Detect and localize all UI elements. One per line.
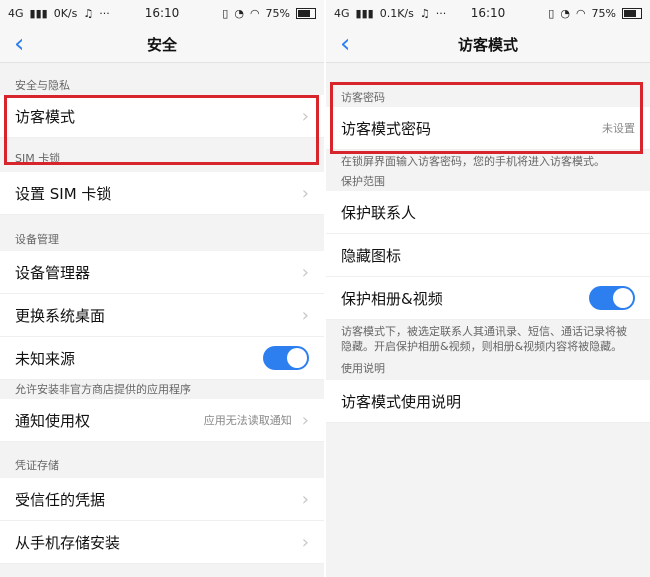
right-screen: 4G ▮▮▮ 0.1K/s ♫ ··· 16:10 ▯ ◔ ◠ 75% ‹ 访客… [326, 0, 650, 577]
title-bar: ‹ 访客模式 [326, 26, 650, 63]
title-bar: ‹ 安全 [0, 26, 324, 63]
row-protect-photos[interactable]: 保护相册&视频 [326, 277, 650, 320]
row-label: 保护相册&视频 [341, 289, 443, 308]
status-bar: 4G ▮▮▮ 0.1K/s ♫ ··· 16:10 ▯ ◔ ◠ 75% [326, 0, 650, 26]
section-header: 使用说明 [341, 362, 385, 375]
unknown-sources-note: 允许安装非官方商店提供的应用程序 [15, 383, 191, 396]
status-time: 16:10 [470, 6, 506, 20]
row-install-from-storage[interactable]: 从手机存储安装 › [0, 521, 324, 564]
chevron-right-icon: › [301, 531, 309, 553]
section-header: 设备管理 [15, 233, 59, 246]
row-unknown-sources[interactable]: 未知来源 [0, 337, 324, 380]
back-chevron-icon[interactable]: ‹ [14, 31, 24, 57]
row-trusted-credentials[interactable]: 受信任的凭据 › [0, 478, 324, 521]
section-header: SIM 卡锁 [15, 152, 61, 165]
row-change-launcher[interactable]: 更换系统桌面 › [0, 294, 324, 337]
chevron-right-icon: › [301, 182, 309, 204]
toggle-knob [287, 348, 307, 368]
row-protect-contacts[interactable]: 保护联系人 [326, 191, 650, 234]
row-label: 保护联系人 [341, 203, 417, 222]
chevron-right-icon: › [301, 488, 309, 510]
password-note: 在锁屏界面输入访客密码，您的手机将进入访客模式。 [341, 155, 605, 168]
row-label: 未知来源 [15, 349, 76, 368]
section-header: 安全与隐私 [15, 79, 70, 92]
row-label: 访客模式密码 [341, 119, 432, 138]
section-header: 访客密码 [341, 91, 385, 104]
protect-photos-toggle[interactable] [589, 286, 635, 310]
row-device-manager[interactable]: 设备管理器 › [0, 251, 324, 294]
chevron-right-icon: › [301, 261, 309, 283]
row-label: 更换系统桌面 [15, 306, 106, 325]
row-sim-lock[interactable]: 设置 SIM 卡锁 › [0, 172, 324, 215]
unknown-sources-toggle[interactable] [263, 346, 309, 370]
row-notification-access[interactable]: 通知使用权 应用无法读取通知 › [0, 399, 324, 442]
row-guest-mode[interactable]: 访客模式 › [0, 95, 324, 138]
row-value: 应用无法读取通知 [203, 414, 292, 427]
row-label: 隐藏图标 [341, 246, 402, 265]
chevron-right-icon: › [301, 105, 309, 127]
section-header: 凭证存储 [15, 459, 59, 472]
protect-note: 访客模式下，被选定联系人其通讯录、短信、通话记录将被隐藏。开启保护相册&视频，则… [341, 325, 627, 353]
row-label: 访客模式使用说明 [341, 392, 462, 411]
row-guest-password[interactable]: 访客模式密码 未设置 [326, 107, 650, 150]
chevron-right-icon: › [301, 409, 309, 431]
battery-icon [296, 7, 316, 19]
toggle-knob [613, 288, 633, 308]
row-label: 访客模式 [15, 107, 76, 126]
row-hide-icon[interactable]: 隐藏图标 [326, 234, 650, 277]
row-label: 设置 SIM 卡锁 [15, 184, 112, 203]
row-label: 设备管理器 [15, 263, 91, 282]
page-title: 访客模式 [457, 35, 518, 54]
status-bar: 4G ▮▮▮ 0K/s ♫ ··· 16:10 ▯ ◔ ◠ 75% [0, 0, 324, 26]
row-label: 受信任的凭据 [15, 490, 106, 509]
left-screen: 4G ▮▮▮ 0K/s ♫ ··· 16:10 ▯ ◔ ◠ 75% ‹ 安全 安… [0, 0, 324, 577]
row-label: 从手机存储安装 [15, 533, 121, 552]
row-guest-instructions[interactable]: 访客模式使用说明 [326, 380, 650, 423]
chevron-right-icon: › [301, 304, 309, 326]
row-value: 未设置 [602, 122, 635, 135]
status-time: 16:10 [144, 6, 180, 20]
section-header: 保护范围 [341, 175, 385, 188]
battery-icon [622, 7, 642, 19]
page-title: 安全 [146, 35, 177, 54]
back-chevron-icon[interactable]: ‹ [340, 31, 350, 57]
row-label: 通知使用权 [15, 411, 91, 430]
